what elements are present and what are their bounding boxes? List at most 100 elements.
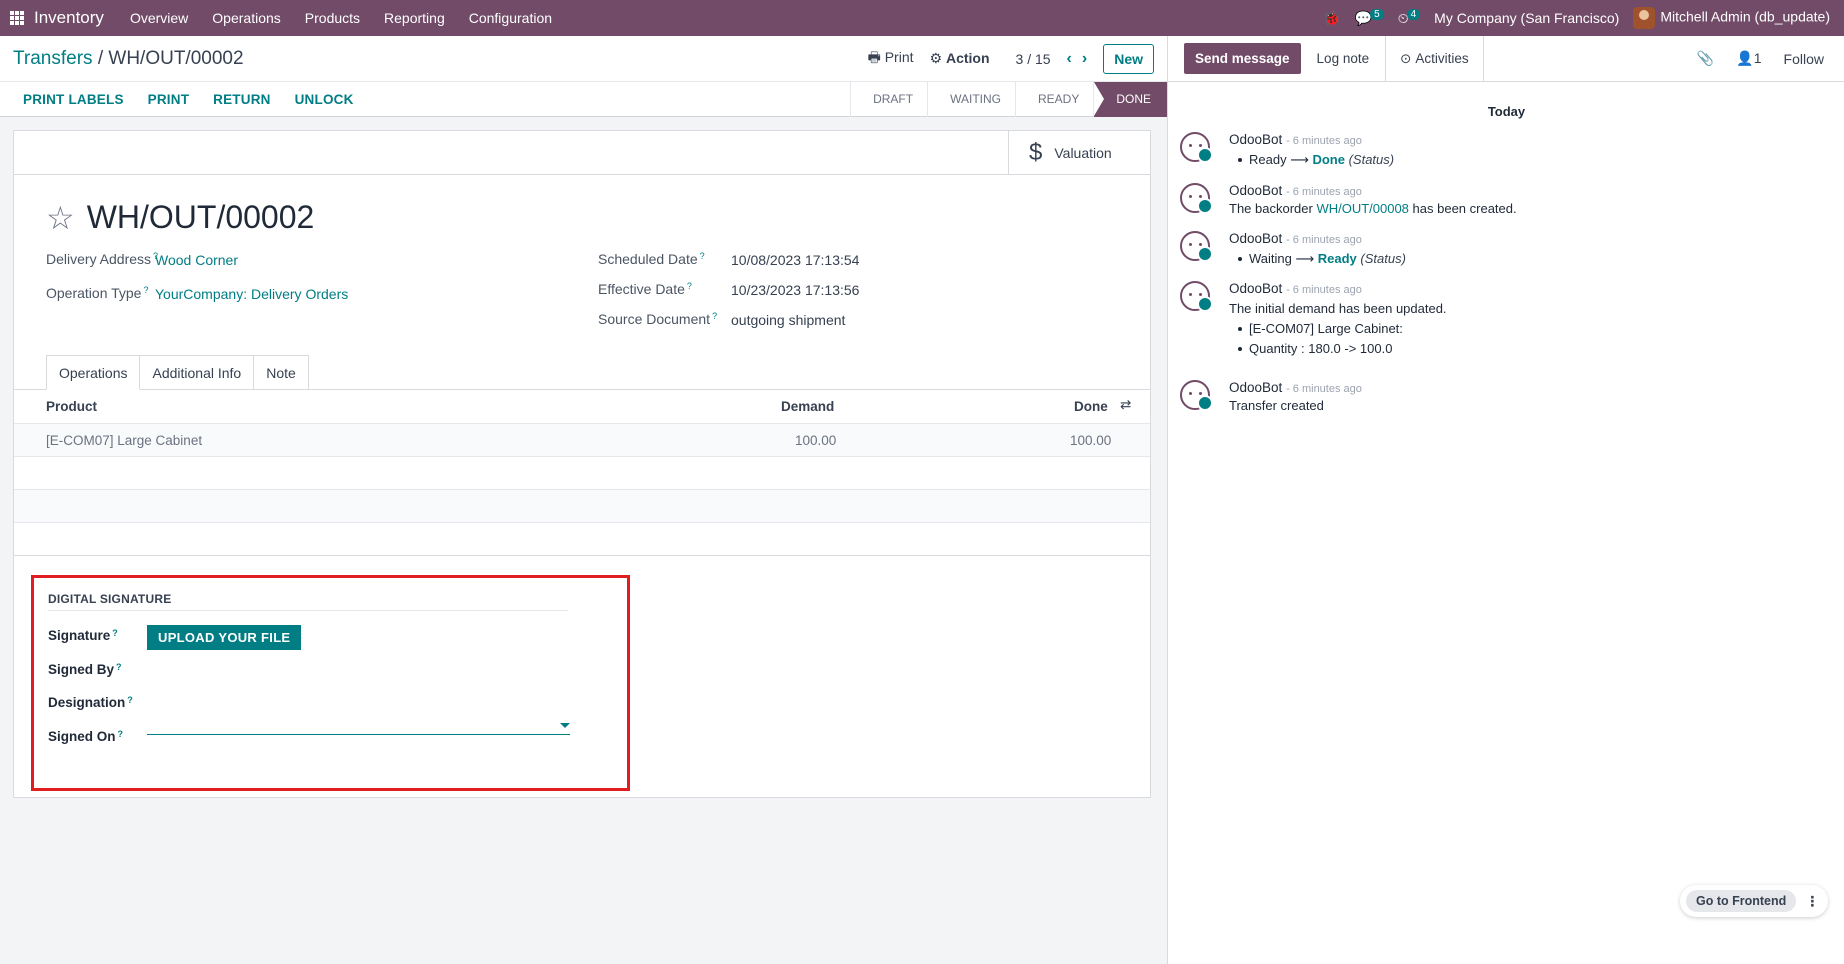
gear-icon: ⚙ xyxy=(929,50,943,66)
odoobot-avatar-icon[interactable] xyxy=(1180,183,1213,214)
pager-value[interactable]: 3 / 15 xyxy=(1016,51,1051,67)
odoobot-avatar-icon[interactable] xyxy=(1180,380,1213,411)
scheduled-date-field[interactable]: 10/08/2023 17:13:54 xyxy=(731,252,859,268)
message-time: - 6 minutes ago xyxy=(1286,234,1362,246)
digital-signature-section: DIGITAL SIGNATURE Signature? UPLOAD YOUR… xyxy=(31,575,630,791)
button-box: $ Valuation xyxy=(14,131,1150,175)
company-switcher[interactable]: My Company (San Francisco) xyxy=(1434,10,1619,26)
message-header: OdooBot - 6 minutes ago xyxy=(1229,132,1362,147)
signature-label: Signature? xyxy=(48,628,118,643)
effective-date-field: 10/23/2023 17:13:56 xyxy=(731,282,860,298)
apps-menu-icon[interactable] xyxy=(10,11,24,25)
print-button[interactable]: PRINT xyxy=(136,92,202,107)
app-name[interactable]: Inventory xyxy=(34,8,104,28)
notebook-tabs: Operations Additional Info Note xyxy=(46,355,309,390)
messages-badge: 5 xyxy=(1370,8,1384,20)
valuation-smart-button[interactable]: $ Valuation xyxy=(1008,131,1150,175)
favorite-star-icon[interactable]: ☆ xyxy=(46,202,75,234)
messages-icon[interactable]: 💬 5 xyxy=(1355,8,1384,27)
more-vertical-icon[interactable]: ⋮ xyxy=(1802,893,1822,910)
empty-row xyxy=(14,490,1150,523)
status-step-ready: READY xyxy=(1014,81,1093,117)
empty-row xyxy=(14,457,1150,490)
breadcrumb-separator: / xyxy=(97,47,104,69)
unlock-button[interactable]: UNLOCK xyxy=(283,92,366,107)
go-to-frontend-button[interactable]: Go to Frontend xyxy=(1686,890,1797,912)
message-author[interactable]: OdooBot xyxy=(1229,380,1282,395)
message-body: The initial demand has been updated. [E-… xyxy=(1229,299,1447,359)
message-author[interactable]: OdooBot xyxy=(1229,132,1282,147)
optional-columns-icon[interactable]: ⇄ xyxy=(1120,397,1131,413)
menu-configuration[interactable]: Configuration xyxy=(457,10,564,26)
message-header: OdooBot - 6 minutes ago xyxy=(1229,183,1362,198)
source-document-label: Source Document? xyxy=(598,311,718,327)
tab-note[interactable]: Note xyxy=(253,355,309,390)
menu-operations[interactable]: Operations xyxy=(200,10,292,26)
arrow-right-icon: ⟶ xyxy=(1295,251,1315,266)
record-name: WH/OUT/00002 xyxy=(86,199,315,235)
column-product[interactable]: Product xyxy=(46,399,97,414)
delivery-address-label: Delivery Address? xyxy=(46,251,159,267)
designation-label: Designation? xyxy=(48,695,133,710)
operations-table: Product Demand Done ⇄ [E-COM07] Large Ca… xyxy=(14,389,1150,556)
paperclip-icon[interactable]: 📎 xyxy=(1697,50,1714,67)
menu-reporting[interactable]: Reporting xyxy=(372,10,457,26)
frontend-widget: Go to Frontend ⋮ xyxy=(1680,885,1829,917)
tab-additional-info[interactable]: Additional Info xyxy=(139,355,255,390)
effective-date-label: Effective Date? xyxy=(598,281,692,297)
table-row[interactable]: [E-COM07] Large Cabinet 100.00 100.00 xyxy=(14,424,1150,457)
action-menu-button[interactable]: ⚙ Action xyxy=(930,50,990,67)
debug-bug-icon[interactable]: 🐞 xyxy=(1323,10,1340,27)
source-document-field[interactable]: outgoing shipment xyxy=(731,312,845,328)
odoobot-avatar-icon[interactable] xyxy=(1180,132,1213,163)
message-author[interactable]: OdooBot xyxy=(1229,281,1282,296)
cell-done: 100.00 xyxy=(1070,433,1112,448)
pager-previous-icon[interactable]: ‹ xyxy=(1067,50,1072,68)
message-time: - 6 minutes ago xyxy=(1286,186,1362,198)
new-button[interactable]: New xyxy=(1103,43,1154,74)
follow-button[interactable]: Follow xyxy=(1784,51,1824,67)
followers-button[interactable]: 👤1 xyxy=(1736,50,1761,67)
print-menu-button[interactable]: 🖶 Print xyxy=(868,47,914,71)
breadcrumb-transfers[interactable]: Transfers xyxy=(13,48,93,69)
user-icon: 👤 xyxy=(1736,50,1754,66)
breadcrumb-current: WH/OUT/00002 xyxy=(108,47,244,69)
activities-clock-icon[interactable]: ⏲ 4 xyxy=(1398,8,1421,27)
status-step-waiting: WAITING xyxy=(927,81,1015,117)
digital-signature-title: DIGITAL SIGNATURE xyxy=(48,592,568,611)
list-item: [E-COM07] Large Cabinet: xyxy=(1229,319,1447,339)
user-menu[interactable]: Mitchell Admin (db_update) xyxy=(1633,7,1830,29)
tab-operations[interactable]: Operations xyxy=(46,355,141,390)
form-sheet: $ Valuation ☆ WH/OUT/00002 Delivery Addr… xyxy=(13,130,1151,798)
odoobot-avatar-icon[interactable] xyxy=(1180,281,1213,312)
activities-button[interactable]: ⊙ Activities xyxy=(1385,35,1484,82)
form-view: Transfers / WH/OUT/00002 🖶 Print ⚙ Actio… xyxy=(0,36,1167,964)
return-button[interactable]: RETURN xyxy=(201,92,282,107)
backorder-link[interactable]: WH/OUT/00008 xyxy=(1316,201,1408,216)
column-done[interactable]: Done xyxy=(1074,399,1108,414)
right-field-group: Scheduled Date? 10/08/2023 17:13:54 Effe… xyxy=(598,251,1038,341)
log-note-button[interactable]: Log note xyxy=(1301,51,1386,66)
date-separator: Today xyxy=(1487,104,1526,119)
message-author[interactable]: OdooBot xyxy=(1229,183,1282,198)
message-header: OdooBot - 6 minutes ago xyxy=(1229,281,1362,296)
menu-overview[interactable]: Overview xyxy=(118,10,200,26)
printer-icon: 🖶 xyxy=(867,48,881,65)
message-author[interactable]: OdooBot xyxy=(1229,231,1282,246)
chevron-down-icon xyxy=(560,723,570,728)
delivery-address-field[interactable]: Wood Corner xyxy=(155,252,238,268)
menu-products[interactable]: Products xyxy=(293,10,372,26)
pager-next-icon[interactable]: › xyxy=(1082,50,1087,68)
upload-file-button[interactable]: UPLOAD YOUR FILE xyxy=(147,625,302,650)
send-message-button[interactable]: Send message xyxy=(1184,43,1301,74)
print-labels-button[interactable]: PRINT LABELS xyxy=(0,92,136,107)
status-steps: DRAFT WAITING READY DONE xyxy=(850,81,1167,117)
arrow-right-icon: ⟶ xyxy=(1290,152,1309,167)
message-header: OdooBot - 6 minutes ago xyxy=(1229,231,1362,246)
signed-on-date-input[interactable] xyxy=(147,715,570,735)
operation-type-field[interactable]: YourCompany: Delivery Orders xyxy=(155,286,348,302)
list-item: Quantity : 180.0 -> 100.0 xyxy=(1229,339,1447,359)
chatter-topbar: Send message Log note ⊙ Activities 📎 👤1 F… xyxy=(1168,35,1844,82)
column-demand[interactable]: Demand xyxy=(781,399,834,414)
odoobot-avatar-icon[interactable] xyxy=(1180,231,1213,262)
